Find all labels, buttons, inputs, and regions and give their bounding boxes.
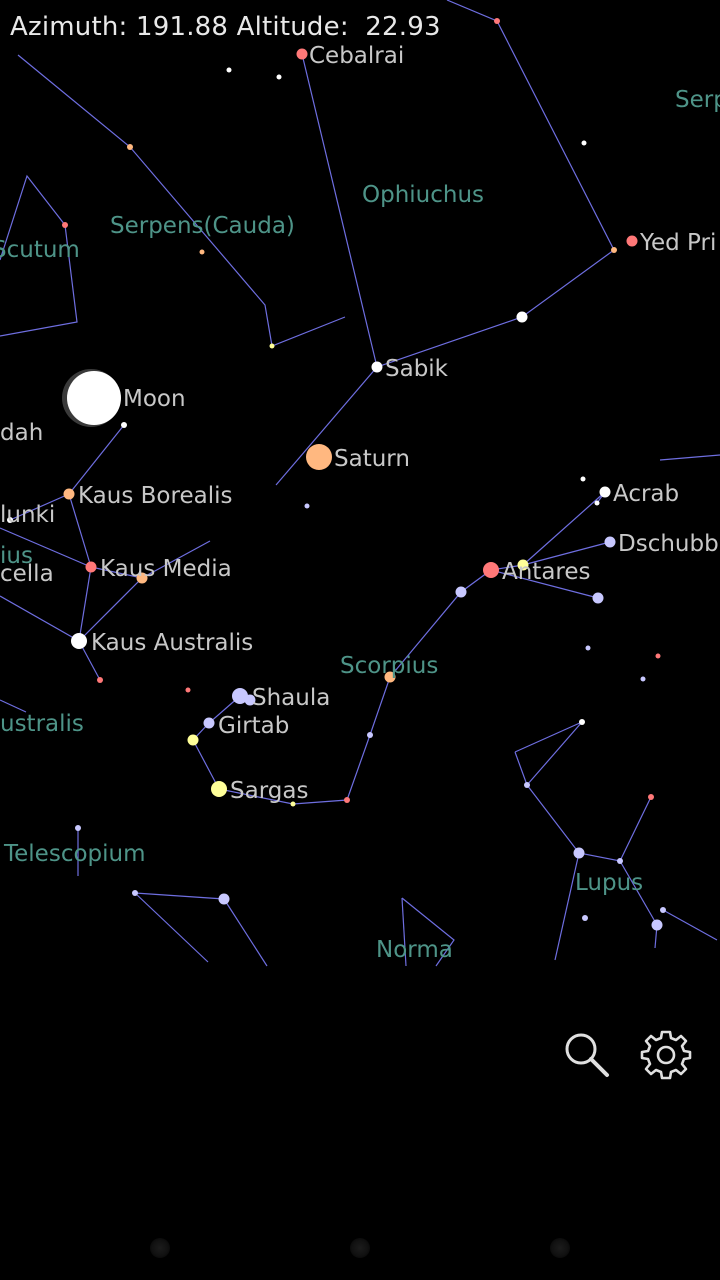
scorpius-lines bbox=[192, 491, 606, 805]
label-acrab: Acrab bbox=[613, 481, 679, 507]
nav-recents-button[interactable] bbox=[550, 1238, 570, 1258]
star-labels: Cebalrai Yed Pri Sabik Moon dah Saturn K… bbox=[0, 43, 719, 804]
search-button[interactable] bbox=[558, 1026, 614, 1082]
gear-icon bbox=[640, 1030, 692, 1080]
nav-home-button[interactable] bbox=[350, 1238, 370, 1258]
label-kaus-borealis: Kaus Borealis bbox=[78, 483, 232, 509]
label-cebalrai: Cebalrai bbox=[309, 43, 404, 69]
settings-button[interactable] bbox=[638, 1026, 694, 1082]
azimuth-label: Azimuth: bbox=[10, 12, 128, 42]
label-nunki: lunki bbox=[0, 502, 55, 528]
azimuth-altitude-readout: Azimuth: 191.88 Altitude: 22.93 bbox=[10, 12, 441, 42]
label-scorpius: Scorpius bbox=[340, 653, 438, 679]
sky-canvas[interactable]: Ophiuchus Serpens(Cauda) Serp Scutum ius… bbox=[0, 0, 720, 1280]
label-sabik: Sabik bbox=[385, 356, 449, 382]
label-ascella: cella bbox=[0, 561, 54, 587]
label-norma: Norma bbox=[376, 937, 453, 963]
label-corona-australis: ustralis bbox=[0, 711, 84, 737]
label-telescopium: Telescopium bbox=[3, 841, 146, 867]
label-dschubba: Dschubb bbox=[618, 531, 719, 557]
sky-map-app: Ophiuchus Serpens(Cauda) Serp Scutum ius… bbox=[0, 0, 720, 1280]
label-antares: Antares bbox=[502, 559, 591, 585]
lupus-lines bbox=[514, 721, 718, 961]
label-ophiuchus: Ophiuchus bbox=[362, 182, 484, 208]
label-shaula: Shaula bbox=[252, 685, 330, 711]
altitude-label: Altitude: bbox=[236, 12, 349, 42]
label-yed-prior: Yed Pri bbox=[639, 230, 716, 256]
label-scutum: Scutum bbox=[0, 237, 80, 263]
saturn[interactable] bbox=[306, 444, 332, 470]
label-serpens-cauda: Serpens(Cauda) bbox=[110, 213, 295, 239]
moon[interactable] bbox=[62, 369, 121, 427]
label-moon: Moon bbox=[123, 386, 186, 412]
label-kaus-australis: Kaus Australis bbox=[91, 630, 253, 656]
label-kaus-media: Kaus Media bbox=[100, 556, 232, 582]
search-icon bbox=[565, 1033, 609, 1077]
label-girtab: Girtab bbox=[218, 713, 289, 739]
label-albaldah: dah bbox=[0, 420, 43, 446]
label-lupus: Lupus bbox=[575, 870, 643, 896]
altitude-value: 22.93 bbox=[365, 12, 441, 42]
nav-back-button[interactable] bbox=[150, 1238, 170, 1258]
serpens-cauda-lines bbox=[17, 54, 346, 347]
label-saturn: Saturn bbox=[334, 446, 410, 472]
label-serpens-caput: Serp bbox=[675, 87, 720, 113]
label-sargas: Sargas bbox=[230, 778, 308, 804]
star-field bbox=[7, 18, 666, 931]
constellation-labels: Ophiuchus Serpens(Cauda) Serp Scutum ius… bbox=[0, 87, 720, 963]
azimuth-value: 191.88 bbox=[135, 12, 229, 42]
